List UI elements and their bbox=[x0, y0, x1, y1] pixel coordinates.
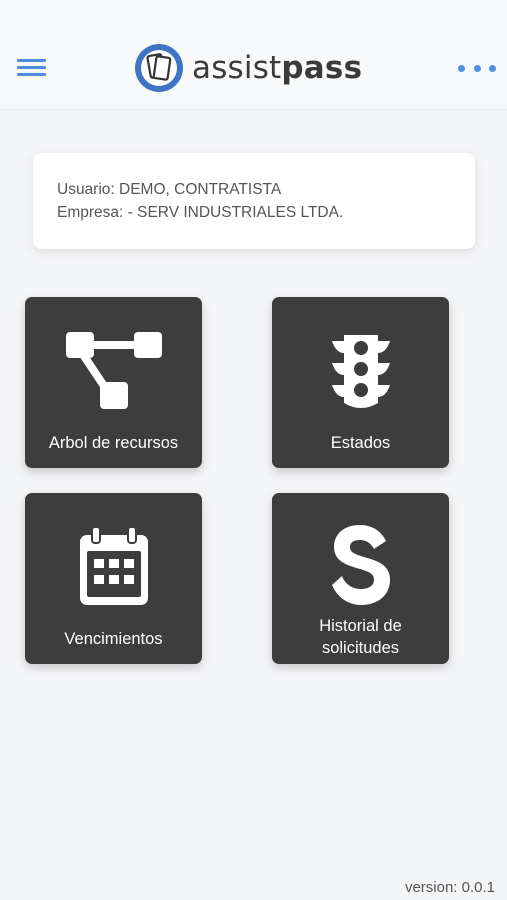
user-line: Usuario: DEMO, CONTRATISTA bbox=[57, 181, 282, 198]
ellipsis-icon bbox=[458, 64, 465, 72]
tile-label-line1: Historial de bbox=[319, 617, 402, 635]
tile-historial-de-solicitudes[interactable]: Historial de solicitudes bbox=[272, 493, 449, 664]
app-logo: assistpass bbox=[134, 42, 362, 94]
version-text: version: 0.0.1 bbox=[404, 879, 495, 896]
hamburger-icon bbox=[17, 59, 46, 62]
user-info-card: Usuario: DEMO, CONTRATISTA Empresa: - SE… bbox=[33, 153, 475, 249]
tile-label: Vencimientos bbox=[64, 630, 163, 648]
tile-estados[interactable]: Estados bbox=[272, 297, 449, 468]
tile-arbol-de-recursos[interactable]: Arbol de recursos bbox=[25, 297, 202, 468]
menu-button[interactable] bbox=[14, 55, 50, 81]
calendar-icon bbox=[80, 526, 148, 605]
tree-icon bbox=[66, 332, 162, 409]
company-line: Empresa: - SERV INDUSTRIALES LTDA. bbox=[57, 204, 344, 221]
logo-icon bbox=[135, 44, 183, 92]
more-options-button[interactable] bbox=[458, 58, 496, 78]
tile-label: Arbol de recursos bbox=[48, 434, 179, 452]
tile-label-line2: solicitudes bbox=[321, 639, 400, 657]
letter-s-icon bbox=[332, 525, 390, 605]
logo-text: assistpass bbox=[192, 49, 363, 86]
app-header: assistpass bbox=[0, 0, 507, 110]
tile-vencimientos[interactable]: Vencimientos bbox=[25, 493, 202, 664]
tile-label: Estados bbox=[330, 434, 391, 452]
traffic-light-icon bbox=[332, 335, 390, 408]
